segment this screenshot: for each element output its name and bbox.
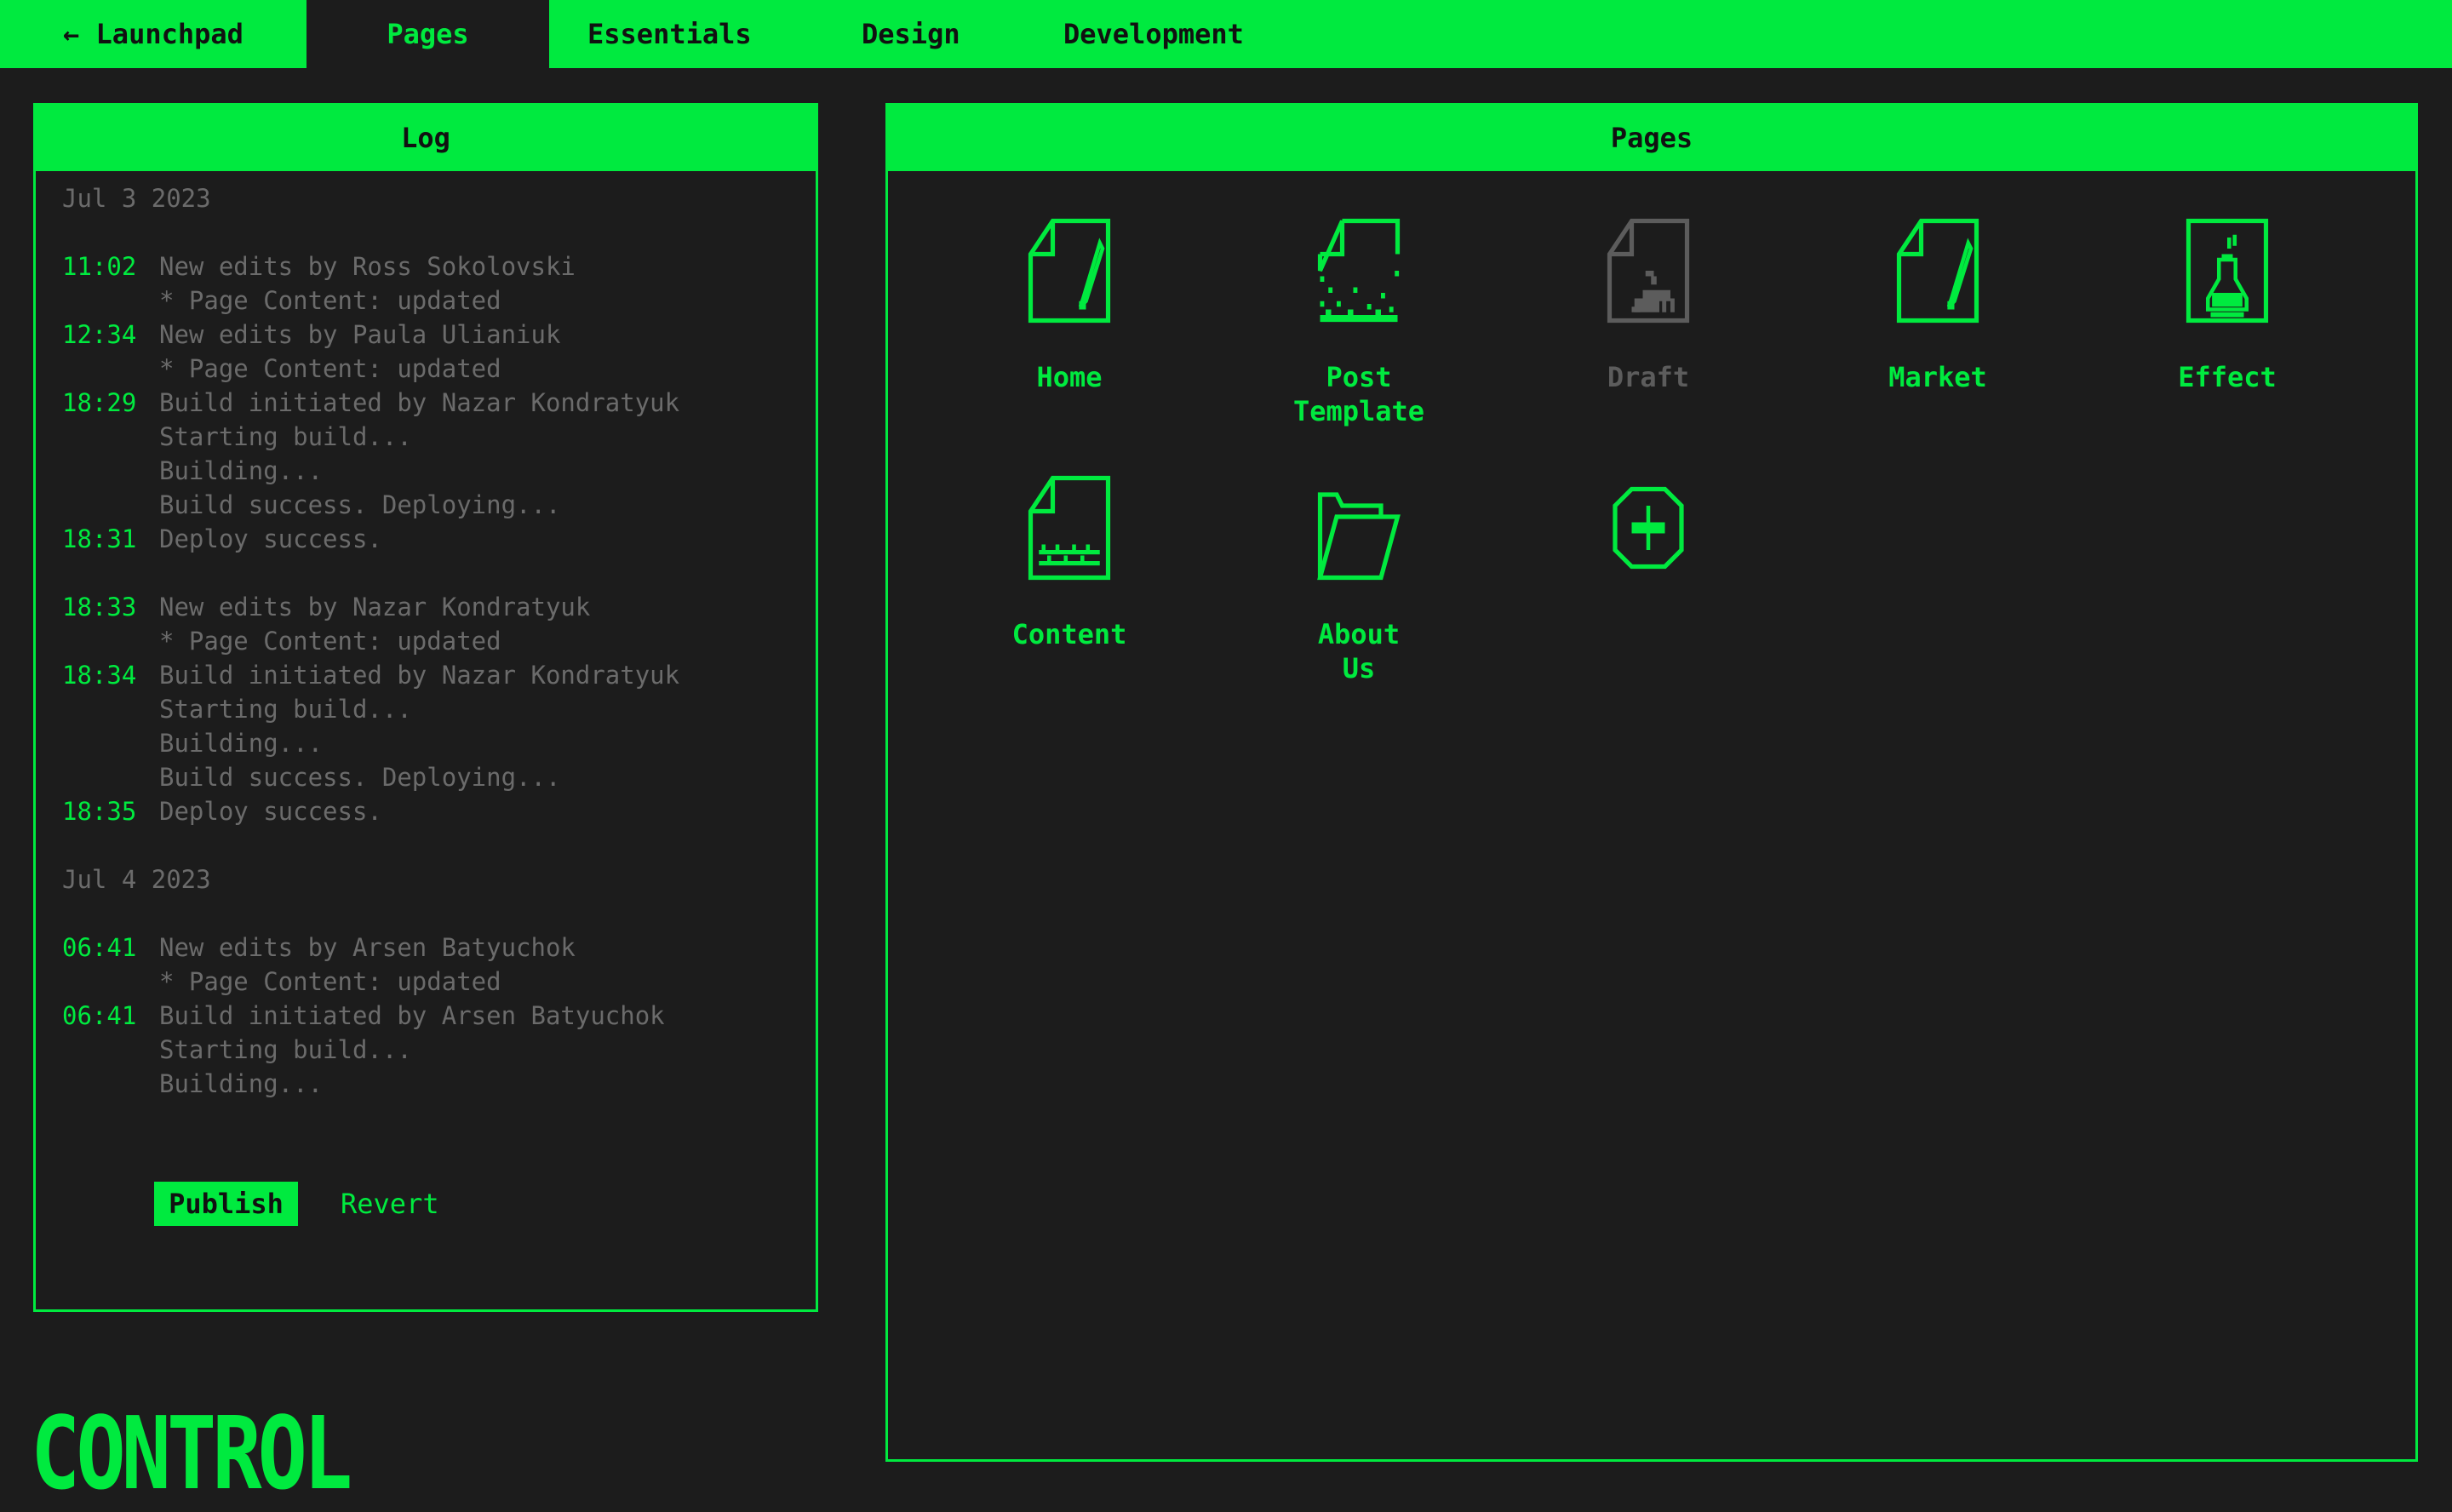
log-text: Build initiated by Nazar Kondratyuk [159, 661, 680, 690]
page-item-content[interactable]: Content [942, 472, 1197, 651]
log-text: Starting build... [159, 695, 412, 724]
log-time: 18:31 [62, 524, 137, 553]
log-group: 18:33 New edits by Nazar Kondratyuk * Page… [62, 590, 816, 828]
folder-open-icon [1317, 492, 1401, 581]
log-text: * Page Content: updated [159, 967, 501, 996]
page-label: Draft [1607, 361, 1690, 393]
launchpad-back-link[interactable]: ← Launchpad [63, 0, 243, 68]
log-group: 06:41 New edits by Arsen Batyuchok * Page … [62, 931, 816, 1101]
page-label: Market [1888, 361, 1987, 393]
page-label: Content [1011, 618, 1127, 650]
document-pen-icon [1896, 218, 1979, 324]
log-panel: Log Jul 3 2023 11:02 New edits by Ross Sok… [33, 103, 818, 1312]
log-text: New edits by Paula Ulianiuk [159, 320, 561, 349]
log-entry: * Page Content: updated [62, 352, 816, 386]
page-label: Home [1036, 361, 1103, 393]
log-entry: * Page Content: updated [62, 965, 816, 999]
page-label: Effect [2178, 361, 2277, 393]
log-date: Jul 4 2023 [62, 865, 211, 894]
control-logo: CONTROL [31, 1395, 352, 1512]
log-time: 11:02 [62, 252, 137, 281]
log-time: 18:29 [62, 388, 137, 417]
revert-button[interactable]: Revert [341, 1182, 439, 1226]
log-text: Build success. Deploying... [159, 763, 561, 792]
log-text: Build success. Deploying... [159, 490, 561, 519]
log-date: Jul 3 2023 [62, 184, 211, 213]
log-entry: 18:29 Build initiated by Nazar Kondratyuk [62, 386, 816, 420]
log-entry: Starting build... [62, 420, 816, 454]
log-entry: Building... [62, 1067, 816, 1101]
log-entry: 18:33 New edits by Nazar Kondratyuk [62, 590, 816, 624]
tab-development[interactable]: Development [1063, 0, 1244, 68]
page-item-effect[interactable]: Effect [2100, 215, 2355, 394]
document-text-icon [1028, 475, 1111, 581]
log-text: New edits by Nazar Kondratyuk [159, 593, 591, 621]
log-entry: 12:34 New edits by Paula Ulianiuk [62, 318, 816, 352]
potion-flask-icon [2186, 218, 2269, 324]
log-text: * Page Content: updated [159, 286, 501, 315]
log-time: 12:34 [62, 320, 137, 349]
add-page-button[interactable] [1521, 472, 1776, 583]
log-entry: Starting build... [62, 692, 816, 726]
log-entry: * Page Content: updated [62, 284, 816, 318]
log-text: Build initiated by Nazar Kondratyuk [159, 388, 680, 417]
page-label: About Us [1317, 618, 1401, 684]
log-text: Build initiated by Arsen Batyuchok [159, 1001, 665, 1030]
log-text: Building... [159, 1069, 324, 1098]
log-text: Building... [159, 456, 324, 485]
log-time: 18:33 [62, 593, 137, 621]
document-dissolve-icon [1317, 218, 1401, 323]
document-rabbit-icon [1607, 218, 1690, 324]
log-entry: 11:02 New edits by Ross Sokolovski [62, 249, 816, 284]
log-entry: 06:41 New edits by Arsen Batyuchok [62, 931, 816, 965]
page-item-about-us[interactable]: About Us [1231, 472, 1487, 685]
log-text: * Page Content: updated [159, 354, 501, 383]
log-entry: Building... [62, 726, 816, 760]
log-text: * Page Content: updated [159, 627, 501, 656]
tab-essentials[interactable]: Essentials [587, 0, 752, 68]
log-entry: 18:35 Deploy success. [62, 794, 816, 828]
log-entry: 18:34 Build initiated by Nazar Kondratyuk [62, 658, 816, 692]
page-item-draft[interactable]: Draft [1521, 215, 1776, 394]
log-entry: Build success. Deploying... [62, 488, 816, 522]
log-text: Starting build... [159, 422, 412, 451]
pages-title: Pages [888, 106, 2415, 171]
tab-design[interactable]: Design [862, 0, 960, 68]
top-nav: ← Launchpad Pages Essentials Design Deve… [0, 0, 2452, 68]
log-text: Building... [159, 729, 324, 758]
publish-button[interactable]: Publish [154, 1182, 298, 1226]
log-text: Deploy success. [159, 524, 382, 553]
log-time: 06:41 [62, 1001, 137, 1030]
page-item-post-template[interactable]: Post Template [1231, 215, 1487, 428]
page-item-home[interactable]: Home [942, 215, 1197, 394]
pages-panel: Pages Home Post Template Draft Market Effect… [885, 103, 2418, 1462]
log-time: 18:34 [62, 661, 137, 690]
log-entry: 18:31 Deploy success. [62, 522, 816, 556]
log-group: 11:02 New edits by Ross Sokolovski * Page … [62, 249, 816, 556]
plus-circle-icon [1613, 486, 1684, 570]
document-pen-icon [1028, 218, 1111, 324]
log-entry: Starting build... [62, 1033, 816, 1067]
log-time: 18:35 [62, 797, 137, 826]
log-time: 06:41 [62, 933, 137, 962]
log-entry: 06:41 Build initiated by Arsen Batyuchok [62, 999, 816, 1033]
log-text: Deploy success. [159, 797, 382, 826]
log-text: Starting build... [159, 1035, 412, 1064]
log-entries: Jul 3 2023 11:02 New edits by Ross Sokolov… [36, 171, 816, 1101]
log-entry: Build success. Deploying... [62, 760, 816, 794]
log-entry: * Page Content: updated [62, 624, 816, 658]
log-text: New edits by Ross Sokolovski [159, 252, 576, 281]
log-entry: Building... [62, 454, 816, 488]
page-label: Post Template [1292, 361, 1425, 427]
log-title: Log [36, 106, 816, 171]
log-text: New edits by Arsen Batyuchok [159, 933, 576, 962]
page-item-market[interactable]: Market [1810, 215, 2065, 394]
tab-pages[interactable]: Pages [306, 0, 549, 68]
